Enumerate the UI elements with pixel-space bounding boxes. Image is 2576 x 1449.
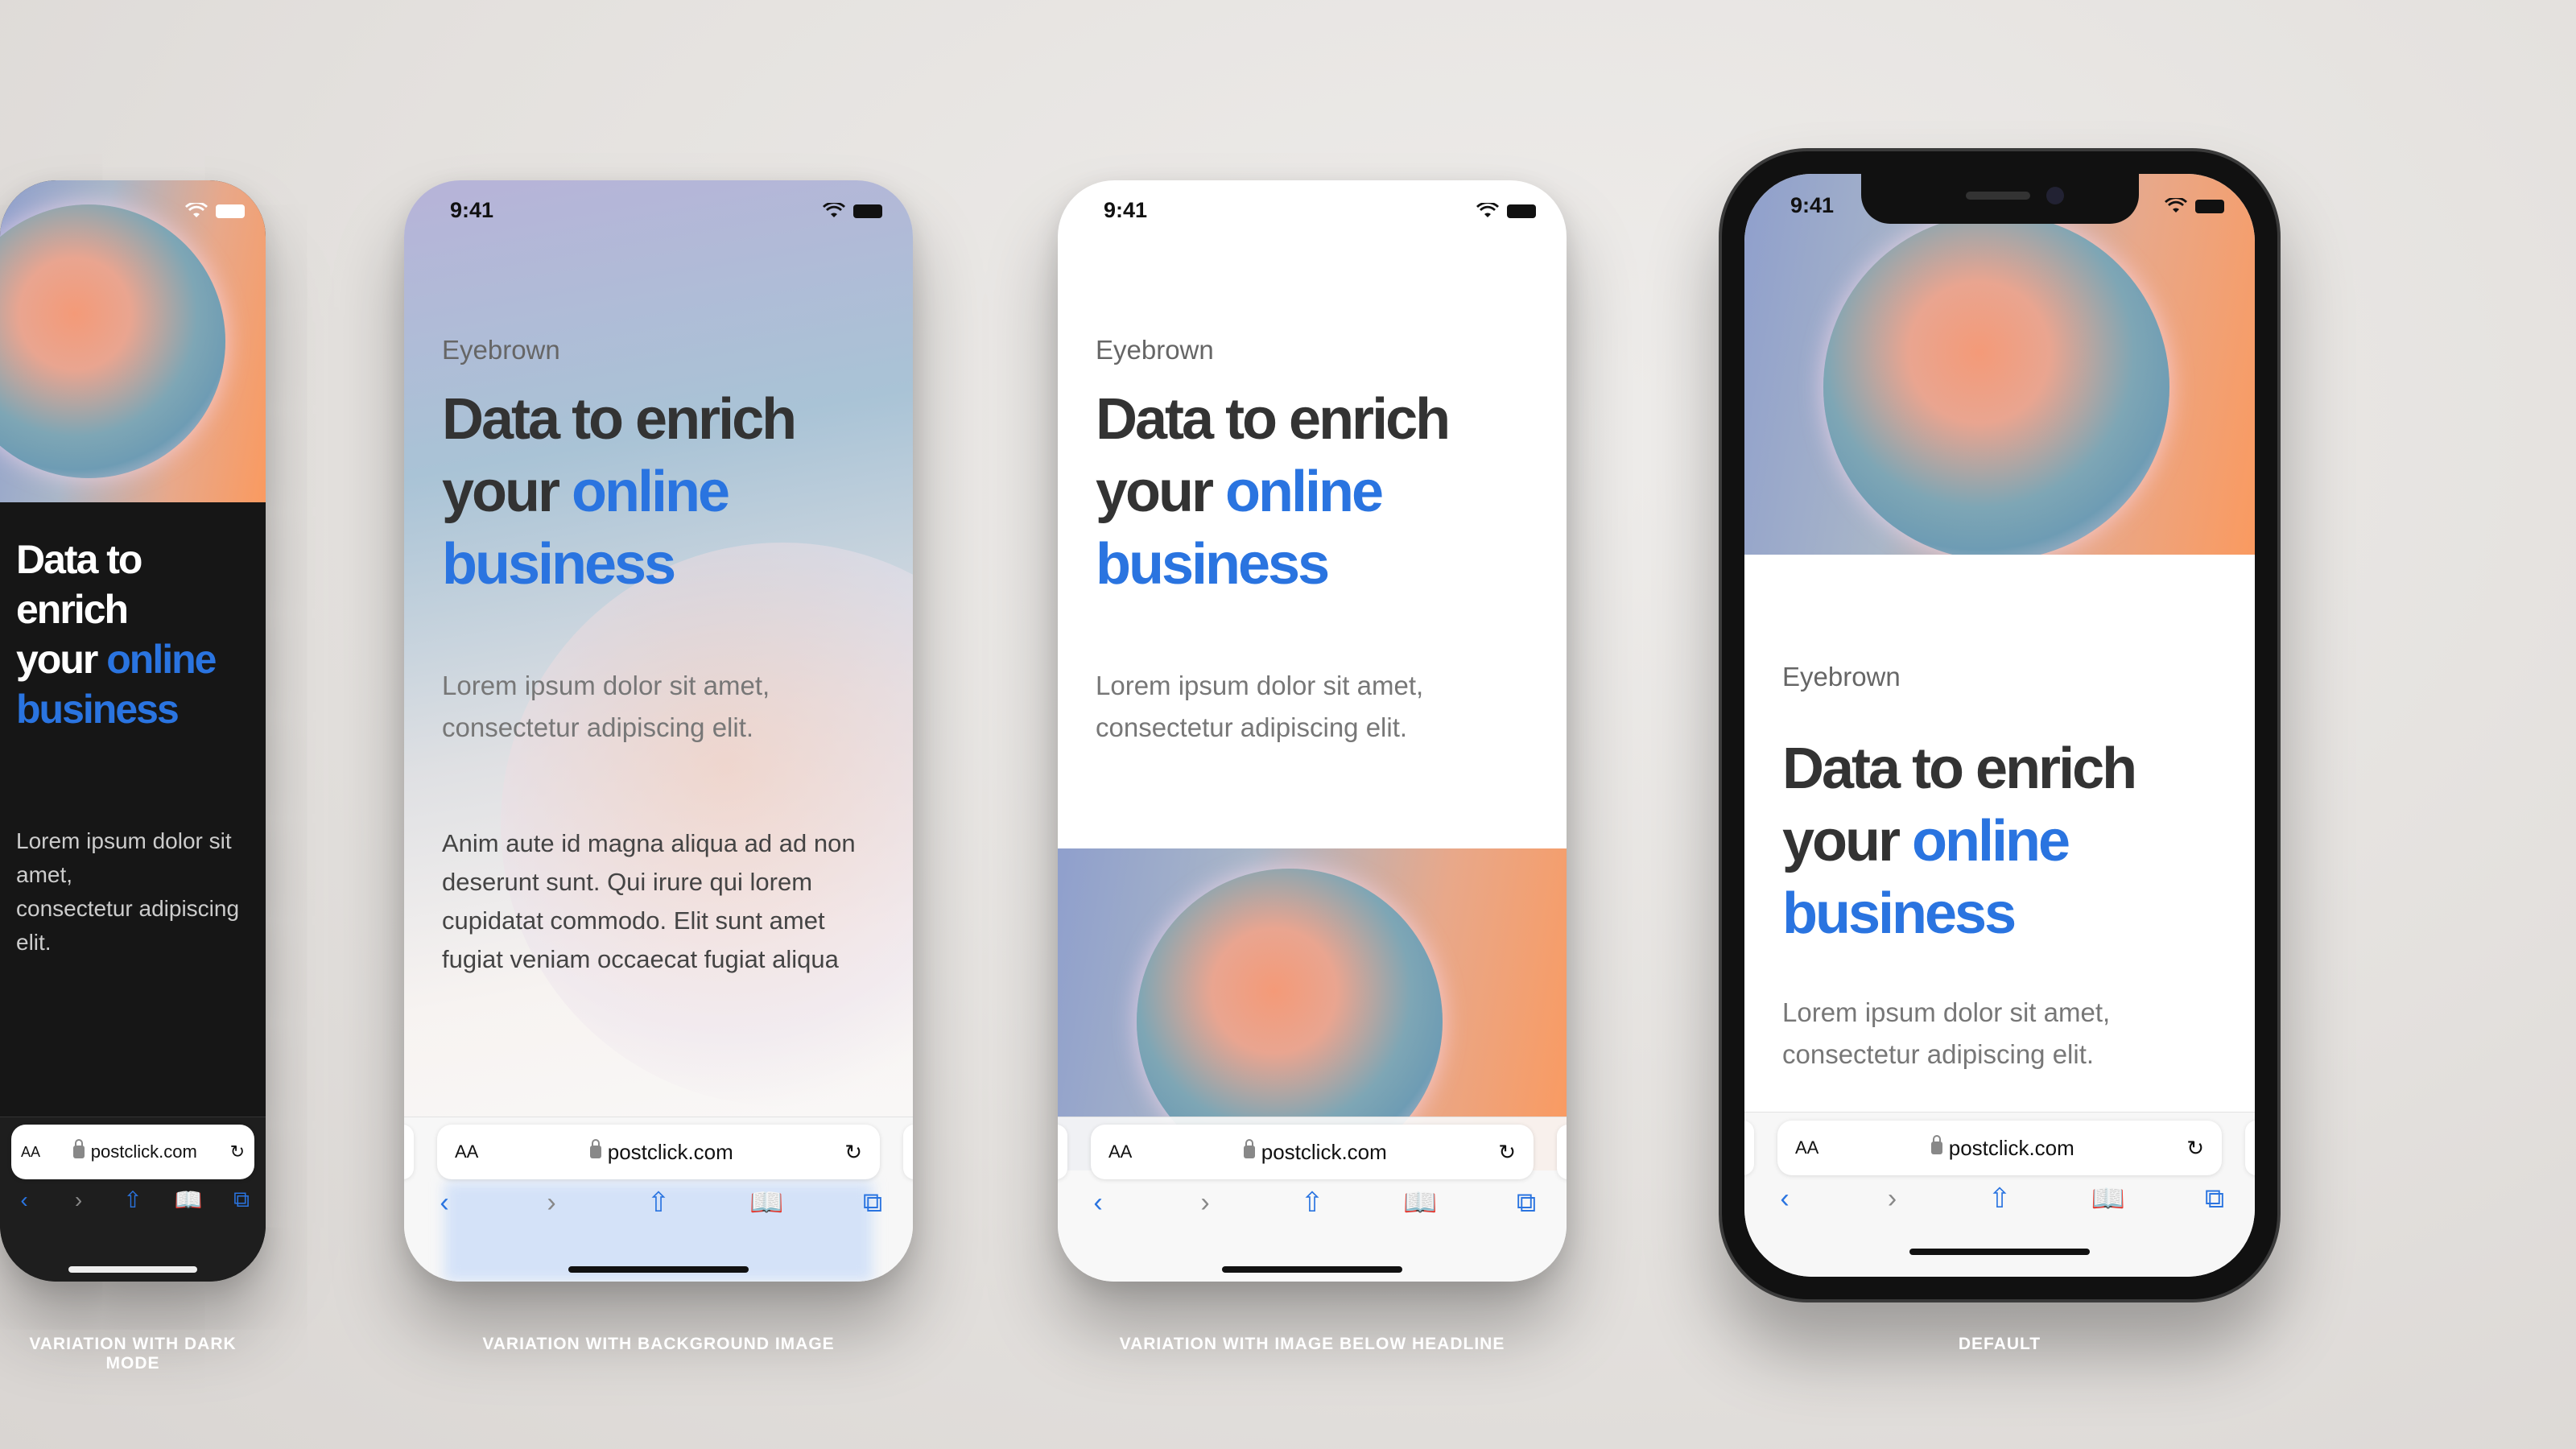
back-icon[interactable]: ‹ (1082, 1187, 1114, 1219)
url-text[interactable]: postclick.com (1949, 1136, 2074, 1161)
headline: Data to enrich your online business (442, 387, 797, 597)
prev-tab-bar[interactable] (1744, 1121, 1754, 1175)
next-tab-bar[interactable] (2245, 1121, 2255, 1175)
bookmarks-icon[interactable]: 📖 (175, 1187, 203, 1213)
lock-icon (1243, 1139, 1255, 1158)
sphere-graphic (0, 204, 225, 478)
battery-icon (853, 204, 882, 218)
text-size-button[interactable]: AA (1108, 1141, 1132, 1162)
lock-icon (1930, 1135, 1942, 1154)
headline: Data to enrich your online business (1096, 387, 1451, 597)
body-text: Lorem ipsum dolor sit amet, consectetur a… (1782, 997, 2111, 1069)
tabs-icon[interactable]: ⧉ (229, 1187, 254, 1213)
back-icon[interactable]: ‹ (428, 1187, 460, 1219)
home-indicator (1909, 1249, 2090, 1255)
eyebrow: Eyebrown (1782, 662, 1901, 691)
reload-icon[interactable]: ↻ (1498, 1140, 1516, 1165)
headline: Data to enrich your online business (16, 537, 217, 732)
status-time: 9:41 (1790, 193, 1835, 217)
status-icons (2165, 198, 2224, 214)
wifi-icon (823, 203, 845, 217)
wifi-icon (185, 203, 208, 217)
body-text: Lorem ipsum dolor sit amet, consectetur a… (442, 671, 770, 742)
speaker (1966, 192, 2030, 200)
back-icon[interactable]: ‹ (11, 1187, 37, 1213)
status-icons (185, 203, 245, 219)
eyebrow: Eyebrown (442, 335, 560, 365)
battery-icon (2195, 199, 2224, 213)
phone-default: 9:41 Eyebrown Data to enrich your online b… (1744, 174, 2255, 1277)
tabs-icon[interactable]: ⧉ (2198, 1183, 2231, 1215)
nav-toolbar: ‹ › ⇧ 📖 ⧉ (428, 1187, 889, 1219)
share-icon[interactable]: ⇧ (120, 1187, 146, 1213)
notch (1861, 174, 2139, 224)
status-time: 9:41 (450, 198, 494, 222)
share-icon[interactable]: ⇧ (1296, 1187, 1328, 1219)
tabs-icon[interactable]: ⧉ (1510, 1187, 1542, 1219)
nav-toolbar: ‹ › ⇧ 📖 ⧉ (11, 1187, 254, 1213)
url-text[interactable]: postclick.com (608, 1140, 733, 1165)
bookmarks-icon[interactable]: 📖 (2091, 1183, 2125, 1215)
forward-icon[interactable]: › (1876, 1183, 1909, 1215)
body-text: Lorem ipsum dolor sit amet, consectetur a… (1096, 671, 1424, 742)
back-icon[interactable]: ‹ (1769, 1183, 1801, 1215)
battery-icon (1507, 204, 1536, 218)
hero-image (0, 180, 266, 502)
next-tab-bar[interactable] (903, 1125, 913, 1179)
camera (2046, 187, 2064, 204)
tabs-icon[interactable]: ⧉ (857, 1187, 889, 1219)
bookmarks-icon[interactable]: 📖 (1403, 1187, 1437, 1219)
caption-background-image: VARIATION WITH BACKGROUND IMAGE (482, 1335, 835, 1353)
url-bar[interactable]: AA postclick.com ↻ (437, 1125, 880, 1179)
body-text: Lorem ipsum dolor sit amet, consectetur a… (16, 828, 240, 955)
nav-toolbar: ‹ › ⇧ 📖 ⧉ (1769, 1183, 2231, 1215)
status-time: 9:41 (1104, 198, 1148, 222)
caption-image-below-headline: VARIATION WITH IMAGE BELOW HEADLINE (1119, 1335, 1505, 1353)
device-frame: 9:41 Eyebrown Data to enrich your online b… (1719, 148, 2281, 1302)
nav-toolbar: ‹ › ⇧ 📖 ⧉ (1082, 1187, 1542, 1219)
url-text[interactable]: postclick.com (1261, 1140, 1387, 1165)
lock-icon (589, 1139, 601, 1158)
prev-tab-bar[interactable] (1058, 1125, 1067, 1179)
eyebrow: Eyebrown (1096, 335, 1214, 365)
bookmarks-icon[interactable]: 📖 (749, 1187, 783, 1219)
status-icons (1476, 203, 1536, 219)
caption-dark-mode: VARIATION WITH DARK MODE (29, 1335, 237, 1373)
home-indicator (568, 1266, 749, 1273)
phone-dark-mode: Data to enrich your online business Lorem … (0, 180, 266, 1282)
forward-icon[interactable]: › (66, 1187, 92, 1213)
wifi-icon (1476, 203, 1499, 217)
home-indicator (1222, 1266, 1402, 1273)
phone-image-below-headline: 9:41 Eyebrown Data to enrich your online b… (1058, 180, 1567, 1282)
url-bar[interactable]: AA postclick.com ↻ (1777, 1121, 2222, 1175)
lock-icon (72, 1139, 85, 1158)
hero-image (1744, 174, 2255, 555)
url-bar[interactable]: AA postclick.com ↻ (1091, 1125, 1534, 1179)
url-bar[interactable]: AA postclick.com ↻ (11, 1125, 254, 1179)
url-text[interactable]: postclick.com (91, 1141, 197, 1162)
share-icon[interactable]: ⇧ (642, 1187, 675, 1219)
reload-icon[interactable]: ↻ (2186, 1136, 2204, 1161)
text-size-button[interactable]: AA (1795, 1137, 1818, 1158)
sphere-graphic (1823, 214, 2169, 555)
caption-default: DEFAULT (1958, 1335, 2041, 1353)
text-size-button[interactable]: AA (455, 1141, 478, 1162)
forward-icon[interactable]: › (1189, 1187, 1221, 1219)
extra-paragraph: Anim aute id magna aliqua ad ad non dese… (442, 829, 856, 973)
phone-background-image: 9:41 Eyebrown Data to enrich your online b… (404, 180, 913, 1282)
wifi-icon (2165, 198, 2187, 213)
share-icon[interactable]: ⇧ (1984, 1183, 2016, 1215)
next-tab-bar[interactable] (1557, 1125, 1567, 1179)
reload-icon[interactable]: ↻ (844, 1140, 862, 1165)
prev-tab-bar[interactable] (404, 1125, 414, 1179)
reload-icon[interactable]: ↻ (230, 1141, 245, 1162)
headline: Data to enrich your online business (1782, 737, 2137, 946)
forward-icon[interactable]: › (535, 1187, 568, 1219)
home-indicator (68, 1266, 197, 1273)
status-icons (823, 203, 882, 219)
battery-icon (216, 204, 245, 218)
text-size-button[interactable]: AA (21, 1144, 40, 1161)
